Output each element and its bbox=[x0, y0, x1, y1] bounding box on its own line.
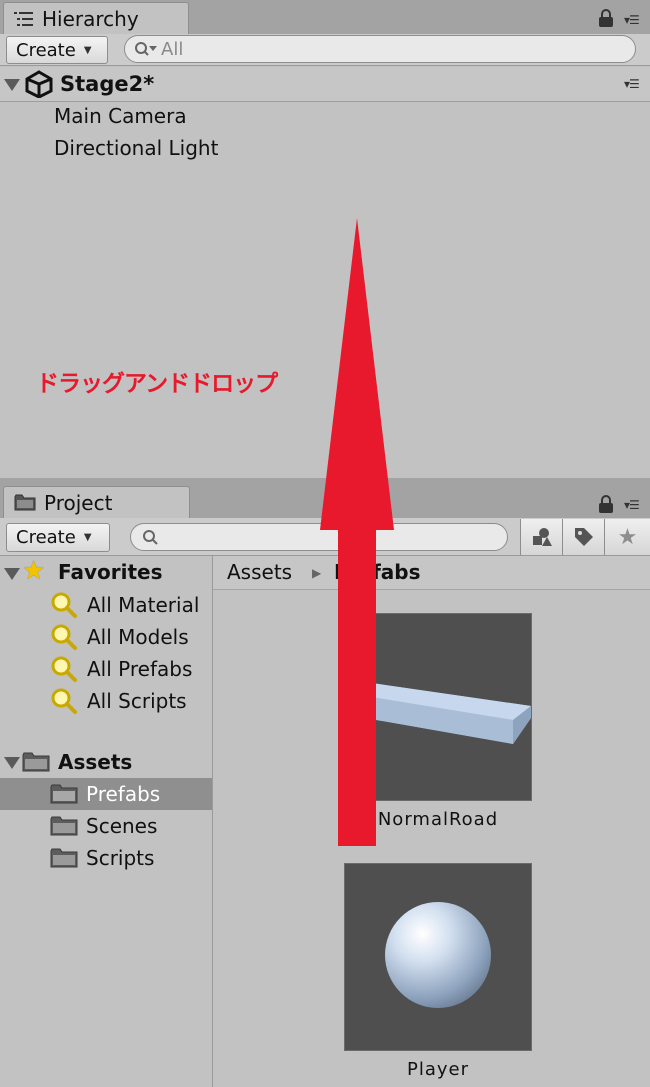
chevron-down-icon: ▼ bbox=[83, 532, 92, 543]
project-create-label: Create bbox=[16, 527, 76, 548]
tree-item-scenes[interactable]: Scenes bbox=[86, 814, 157, 838]
tab-project-label: Project bbox=[44, 490, 113, 515]
hierarchy-item-main-camera[interactable]: Main Camera bbox=[54, 104, 187, 128]
breadcrumb-assets[interactable]: Assets bbox=[227, 560, 292, 584]
favorites-item-label: All Material bbox=[87, 593, 200, 617]
favorite-filter-button[interactable]: ★ bbox=[604, 519, 650, 555]
unity-logo-icon bbox=[25, 70, 53, 98]
favorites-label: Favorites bbox=[58, 560, 163, 584]
favorites-item-all-prefabs[interactable]: All Prefabs bbox=[50, 654, 212, 684]
hierarchy-search-placeholder: All bbox=[161, 38, 184, 60]
project-menu-icon[interactable]: ▾☰ bbox=[624, 498, 640, 512]
assets-expand-icon[interactable] bbox=[4, 757, 20, 769]
favorites-item-label: All Prefabs bbox=[87, 657, 193, 681]
hierarchy-create-label: Create bbox=[16, 39, 76, 61]
expand-triangle-icon[interactable] bbox=[4, 79, 20, 91]
chevron-down-icon: ▼ bbox=[83, 44, 92, 56]
tree-item-prefabs-label: Prefabs bbox=[86, 782, 161, 806]
project-create-button[interactable]: Create ▼ bbox=[6, 523, 110, 552]
hierarchy-create-button[interactable]: Create ▼ bbox=[6, 36, 108, 64]
magnifier-icon bbox=[51, 592, 77, 618]
shapes-icon bbox=[532, 528, 552, 546]
folder-icon bbox=[22, 752, 50, 772]
favorites-item-label: All Scripts bbox=[87, 689, 187, 713]
favorites-item-all-material[interactable]: All Material bbox=[50, 590, 212, 620]
folder-icon bbox=[50, 848, 78, 868]
favorites-item-all-models[interactable]: All Models bbox=[50, 622, 212, 652]
favorites-item-all-scripts[interactable]: All Scripts bbox=[50, 686, 212, 716]
filter-by-type-button[interactable] bbox=[520, 519, 562, 555]
star-icon: ★ bbox=[617, 524, 638, 550]
tab-project[interactable]: Project bbox=[3, 486, 190, 518]
sphere-prefab-icon bbox=[385, 902, 491, 1008]
favorites-expand-icon[interactable] bbox=[4, 568, 20, 580]
list-icon bbox=[14, 11, 33, 26]
scene-name: Stage2* bbox=[60, 72, 155, 96]
scene-menu-icon[interactable]: ▾☰ bbox=[624, 77, 640, 91]
search-icon bbox=[143, 530, 158, 545]
asset-thumb-player[interactable] bbox=[344, 863, 532, 1051]
asset-label-player: Player bbox=[406, 1059, 469, 1080]
drag-arrow-icon bbox=[320, 218, 394, 846]
folder-icon bbox=[50, 816, 78, 836]
assets-label: Assets bbox=[58, 750, 133, 774]
search-icon bbox=[135, 42, 157, 56]
panel-menu-icon[interactable]: ▾☰ bbox=[624, 13, 640, 27]
magnifier-icon bbox=[51, 656, 77, 682]
project-lock-icon[interactable] bbox=[599, 495, 613, 513]
tree-item-scripts[interactable]: Scripts bbox=[86, 846, 154, 870]
filter-by-label-button[interactable] bbox=[562, 519, 604, 555]
folder-icon bbox=[14, 494, 36, 511]
drag-and-drop-annotation: ドラッグアンドドロップ bbox=[36, 371, 278, 397]
tab-hierarchy-label: Hierarchy bbox=[42, 6, 139, 31]
tab-hierarchy[interactable]: Hierarchy bbox=[3, 2, 189, 34]
hierarchy-item-directional-light[interactable]: Directional Light bbox=[54, 136, 218, 160]
hierarchy-search-input[interactable]: All bbox=[124, 35, 636, 63]
folder-icon bbox=[50, 784, 78, 804]
favorites-item-label: All Models bbox=[87, 625, 189, 649]
lock-icon[interactable] bbox=[599, 9, 613, 27]
magnifier-icon bbox=[51, 624, 77, 650]
magnifier-icon bbox=[51, 688, 77, 714]
star-icon: ★ bbox=[22, 556, 46, 586]
tag-icon bbox=[574, 528, 593, 546]
